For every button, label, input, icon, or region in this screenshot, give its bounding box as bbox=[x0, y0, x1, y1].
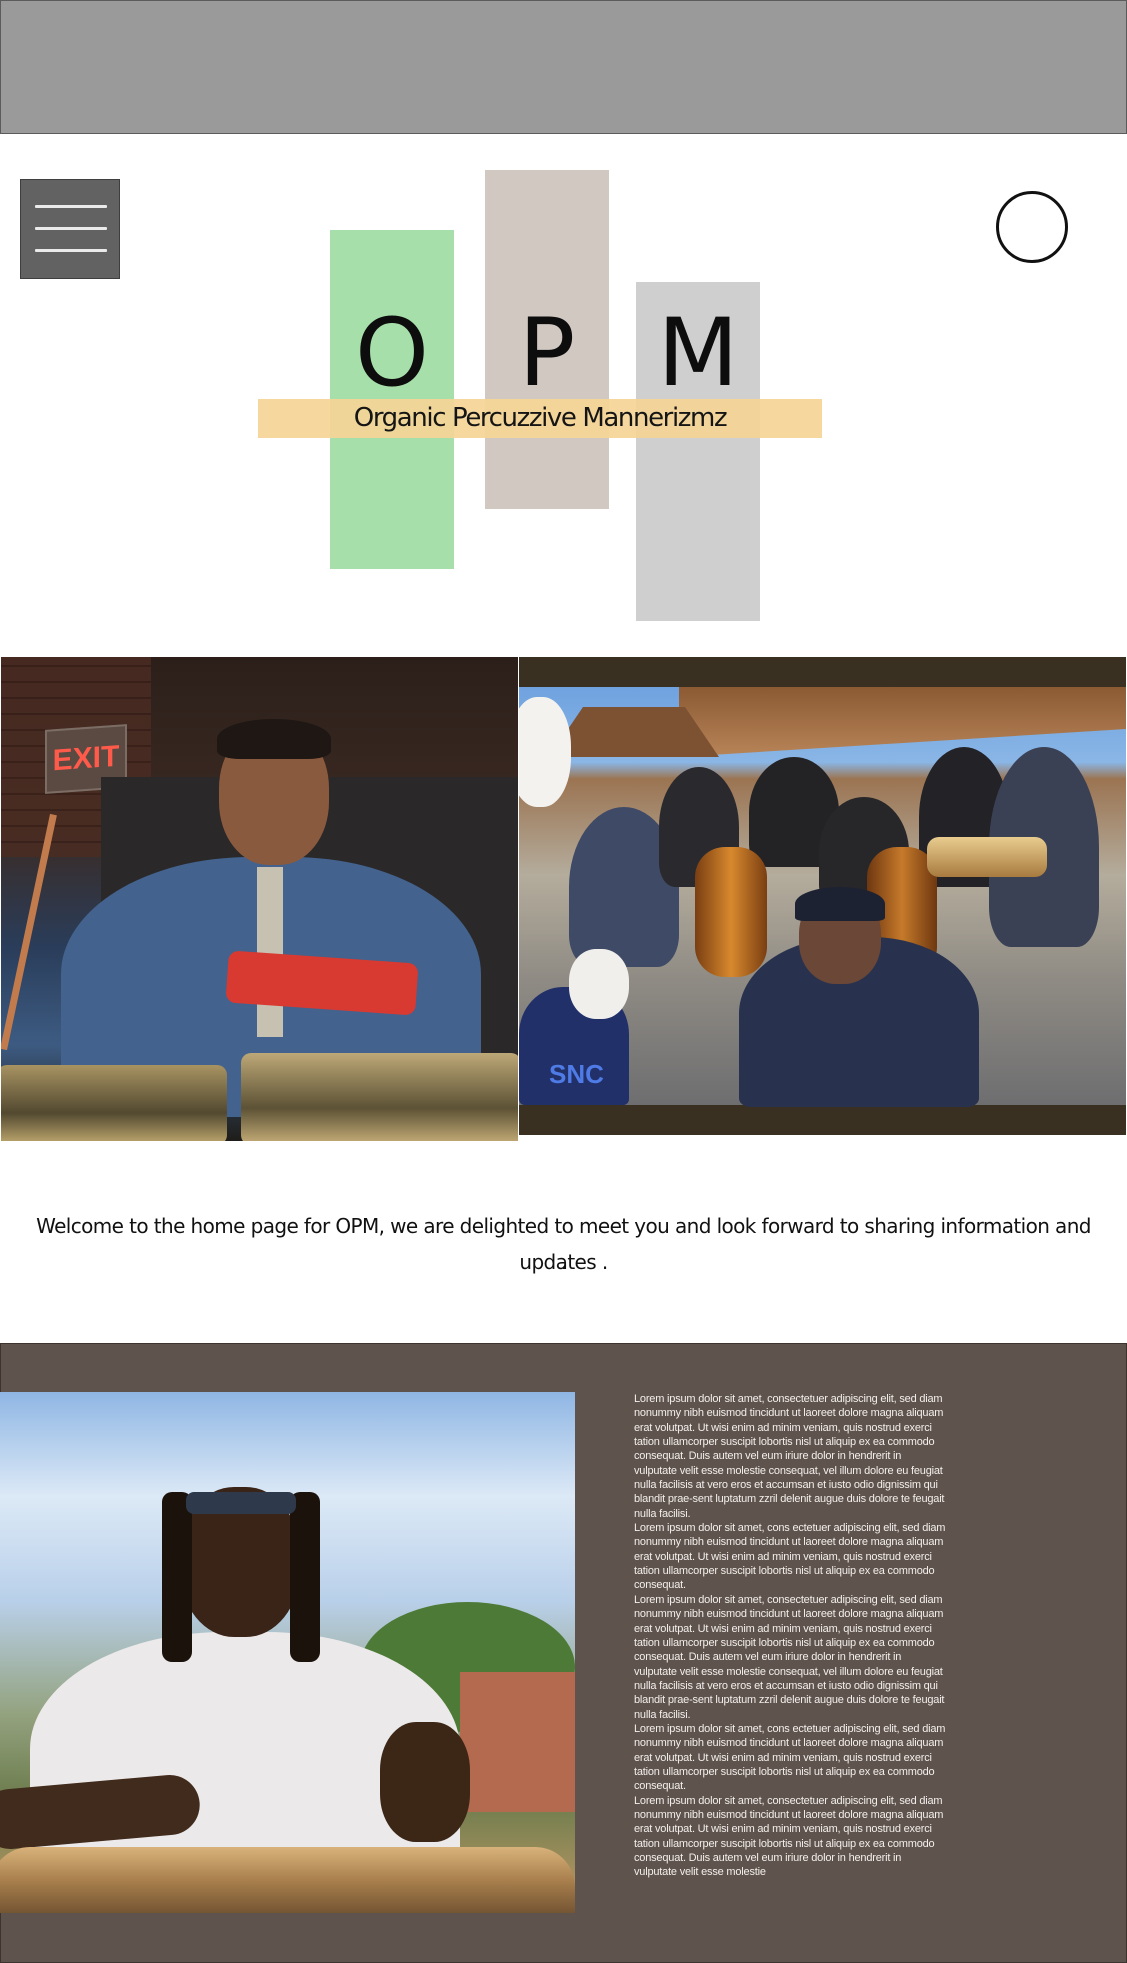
drum-group-scene: SNC bbox=[519, 687, 1126, 1107]
about-paragraph: Lorem ipsum dolor sit amet, cons ectetue… bbox=[634, 1522, 946, 1592]
drummer-hair bbox=[217, 719, 331, 759]
about-paragraph: Lorem ipsum dolor sit amet, consectetuer… bbox=[634, 1593, 945, 1721]
hand bbox=[380, 1722, 470, 1842]
about-paragraph: Lorem ipsum dolor sit amet, consectetuer… bbox=[634, 1393, 945, 1520]
timbale-left bbox=[1, 1065, 227, 1141]
conga-drum bbox=[0, 1847, 575, 1913]
logo-letter-o: O bbox=[355, 299, 429, 408]
cap bbox=[795, 887, 885, 921]
bongos bbox=[927, 837, 1047, 877]
jersey-text: SNC bbox=[549, 1059, 604, 1089]
about-text: Lorem ipsum dolor sit amet, consectetuer… bbox=[634, 1392, 946, 1880]
about-paragraph: Lorem ipsum dolor sit amet, consectetuer… bbox=[634, 1794, 944, 1879]
timbale-right bbox=[241, 1053, 518, 1141]
conga bbox=[695, 847, 767, 977]
conga-player-photo bbox=[0, 1392, 575, 1913]
logo-letter-p: P bbox=[518, 299, 576, 408]
logo-letter-m: M bbox=[657, 299, 739, 408]
dreadlocks bbox=[290, 1492, 320, 1662]
dreadlocks bbox=[162, 1492, 192, 1662]
logo-tagline: Organic Percuzzive Mannerizmz bbox=[353, 403, 728, 433]
about-paragraph: Lorem ipsum dolor sit amet, cons ectetue… bbox=[634, 1722, 946, 1793]
percussionist-photo: EXIT bbox=[1, 657, 518, 1141]
sunglasses bbox=[186, 1492, 296, 1514]
pavilion-roof bbox=[679, 687, 1126, 757]
hockey-mask bbox=[519, 697, 571, 807]
welcome-dot: . bbox=[560, 1249, 568, 1274]
drum-group-photo: SNC bbox=[519, 657, 1126, 1135]
hockey-mask bbox=[569, 949, 629, 1019]
opm-logo: O P M Organic Percuzzive Mannerizmz bbox=[0, 0, 1127, 640]
house bbox=[460, 1672, 575, 1812]
